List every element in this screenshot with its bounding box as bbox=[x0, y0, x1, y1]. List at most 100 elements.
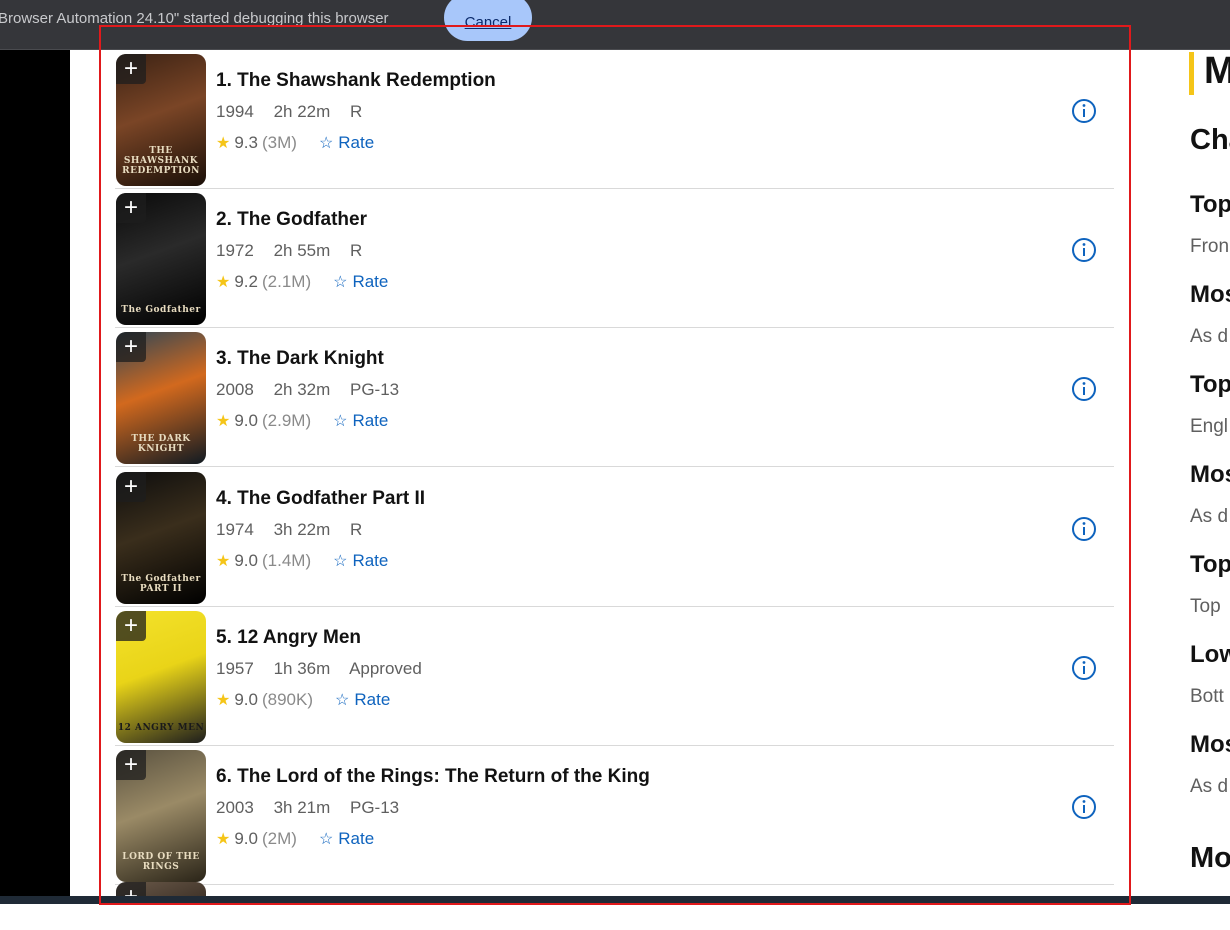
info-circle-icon[interactable] bbox=[1071, 98, 1097, 124]
sidebar-link-description: As d bbox=[1190, 506, 1229, 527]
debug-infobar: Browser Automation 24.10" started debugg… bbox=[0, 0, 1230, 50]
sidebar-link-title[interactable]: Mos bbox=[1190, 461, 1230, 489]
movie-year: 1994 bbox=[216, 102, 254, 121]
movie-year: 1974 bbox=[216, 520, 254, 539]
rate-button[interactable]: ☆ Rate bbox=[333, 551, 388, 571]
sidebar-link-title[interactable]: Mos bbox=[1190, 281, 1230, 309]
info-circle-icon[interactable] bbox=[1071, 237, 1097, 263]
movie-row[interactable]: THE DARK KNIGHT + 3. The Dark Knight 200… bbox=[115, 328, 1114, 467]
add-to-watchlist-button[interactable]: + bbox=[116, 54, 146, 84]
movie-title[interactable]: 5. 12 Angry Men bbox=[216, 627, 361, 649]
star-icon: ★ bbox=[216, 135, 231, 152]
plus-icon: + bbox=[124, 885, 138, 897]
vote-count: (1.4M) bbox=[261, 551, 312, 570]
vote-count: (890K) bbox=[261, 690, 314, 709]
plus-icon: + bbox=[123, 55, 138, 82]
rate-label: Rate bbox=[352, 272, 389, 291]
add-to-watchlist-button[interactable]: + bbox=[116, 750, 146, 780]
movie-title[interactable]: 2. The Godfather bbox=[216, 209, 367, 231]
poster-caption: LORD OF THE RINGS bbox=[122, 852, 200, 872]
imdb-score: 9.0 bbox=[234, 411, 258, 430]
bottom-blank bbox=[0, 904, 1230, 930]
movie-title[interactable]: 4. The Godfather Part II bbox=[216, 488, 425, 510]
sidebar-link-description: As d bbox=[1190, 776, 1229, 797]
add-to-watchlist-button[interactable]: + bbox=[116, 472, 146, 502]
movie-runtime: 2h 32m bbox=[273, 380, 331, 399]
movie-row[interactable]: 12 ANGRY MEN + 5. 12 Angry Men 1957 1h 3… bbox=[115, 607, 1114, 746]
movie-ratings: ★ 9.0 (1.4M) ☆ Rate bbox=[216, 551, 388, 571]
movie-meta: 1972 2h 55m R bbox=[216, 241, 377, 261]
movie-row[interactable]: LORD OF THE RINGS + 6. The Lord of the R… bbox=[115, 746, 1114, 885]
rate-label: Rate bbox=[338, 133, 375, 152]
movie-poster[interactable]: THE DARK KNIGHT + bbox=[116, 332, 206, 464]
cancel-button[interactable]: Cancel bbox=[444, 0, 532, 41]
movie-row[interactable]: The Godfather + 2. The Godfather 1972 2h… bbox=[115, 189, 1114, 328]
rate-label: Rate bbox=[354, 690, 391, 709]
movie-title[interactable]: 6. The Lord of the Rings: The Return of … bbox=[216, 766, 650, 788]
movie-rating: R bbox=[350, 241, 363, 260]
movie-meta: 1974 3h 22m R bbox=[216, 520, 377, 540]
rate-button[interactable]: ☆ Rate bbox=[333, 411, 388, 431]
movie-poster[interactable]: The Godfather PART II + bbox=[116, 472, 206, 604]
rate-button[interactable]: ☆ Rate bbox=[335, 690, 390, 710]
info-circle-icon[interactable] bbox=[1071, 655, 1097, 681]
vote-count: (3M) bbox=[261, 133, 297, 152]
add-to-watchlist-button[interactable]: + bbox=[116, 193, 146, 223]
sidebar-link-title[interactable]: Top bbox=[1190, 191, 1230, 219]
movie-year: 2003 bbox=[216, 798, 254, 817]
add-to-watchlist-button[interactable]: + bbox=[116, 611, 146, 641]
star-outline-icon: ☆ bbox=[333, 413, 348, 430]
star-outline-icon: ☆ bbox=[333, 553, 348, 570]
star-icon: ★ bbox=[216, 413, 231, 430]
sidebar-link-title[interactable]: Mos bbox=[1190, 731, 1230, 759]
movie-poster[interactable]: LORD OF THE RINGS + bbox=[116, 750, 206, 882]
screen: Browser Automation 24.10" started debugg… bbox=[0, 0, 1230, 930]
sidebar-subheading: Cha bbox=[1190, 124, 1230, 156]
sidebar-link-description: Engl bbox=[1190, 416, 1229, 437]
heading-accent-bar bbox=[1189, 52, 1194, 95]
movie-runtime: 3h 21m bbox=[273, 798, 331, 817]
movie-rating: R bbox=[350, 520, 363, 539]
info-circle-icon[interactable] bbox=[1071, 794, 1097, 820]
star-icon: ★ bbox=[216, 831, 231, 848]
rate-button[interactable]: ☆ Rate bbox=[319, 133, 374, 153]
movie-year: 1972 bbox=[216, 241, 254, 260]
info-circle-icon[interactable] bbox=[1071, 516, 1097, 542]
movie-runtime: 3h 22m bbox=[273, 520, 331, 539]
right-sidebar: M Cha Top Fron Mos As d Top Engl Mos As d Top Top… bbox=[1130, 50, 1230, 896]
add-to-watchlist-button[interactable]: + bbox=[116, 332, 146, 362]
movie-poster[interactable]: THE SHAWSHANK REDEMPTION + bbox=[116, 54, 206, 186]
sidebar-link-title[interactable]: Top bbox=[1190, 371, 1230, 399]
movie-poster[interactable]: + bbox=[116, 882, 206, 896]
movie-year: 2008 bbox=[216, 380, 254, 399]
sidebar-link-title[interactable]: Low bbox=[1190, 641, 1230, 669]
vote-count: (2.9M) bbox=[261, 411, 312, 430]
star-outline-icon: ☆ bbox=[333, 274, 348, 291]
rate-button[interactable]: ☆ Rate bbox=[333, 272, 388, 292]
left-margin bbox=[0, 50, 70, 896]
infobar-message: Browser Automation 24.10" started debugg… bbox=[0, 10, 389, 27]
movie-meta: 2003 3h 21m PG-13 bbox=[216, 798, 414, 818]
poster-caption: THE DARK KNIGHT bbox=[131, 434, 191, 454]
movie-year: 1957 bbox=[216, 659, 254, 678]
info-circle-icon[interactable] bbox=[1071, 376, 1097, 402]
movie-poster[interactable]: 12 ANGRY MEN + bbox=[116, 611, 206, 743]
movie-meta: 2008 2h 32m PG-13 bbox=[216, 380, 414, 400]
poster-caption: THE SHAWSHANK REDEMPTION bbox=[122, 146, 200, 176]
movie-poster[interactable]: The Godfather + bbox=[116, 193, 206, 325]
movie-title[interactable]: 1. The Shawshank Redemption bbox=[216, 70, 496, 92]
star-outline-icon: ☆ bbox=[318, 135, 334, 152]
star-icon: ★ bbox=[216, 692, 231, 709]
rate-button[interactable]: ☆ Rate bbox=[319, 829, 374, 849]
movie-row[interactable]: THE SHAWSHANK REDEMPTION + 1. The Shawsh… bbox=[115, 50, 1114, 189]
movie-title[interactable]: 3. The Dark Knight bbox=[216, 348, 384, 370]
rate-label: Rate bbox=[352, 551, 389, 570]
add-to-watchlist-button[interactable]: + bbox=[116, 882, 146, 896]
imdb-score: 9.0 bbox=[234, 829, 258, 848]
movie-rating: R bbox=[350, 102, 363, 121]
movie-row[interactable]: The Godfather PART II + 4. The Godfather… bbox=[115, 468, 1114, 607]
sidebar-link-title[interactable]: Top bbox=[1190, 551, 1230, 579]
imdb-score: 9.2 bbox=[234, 272, 258, 291]
rate-label: Rate bbox=[338, 829, 375, 848]
sidebar-link-description: Fron bbox=[1190, 236, 1230, 257]
